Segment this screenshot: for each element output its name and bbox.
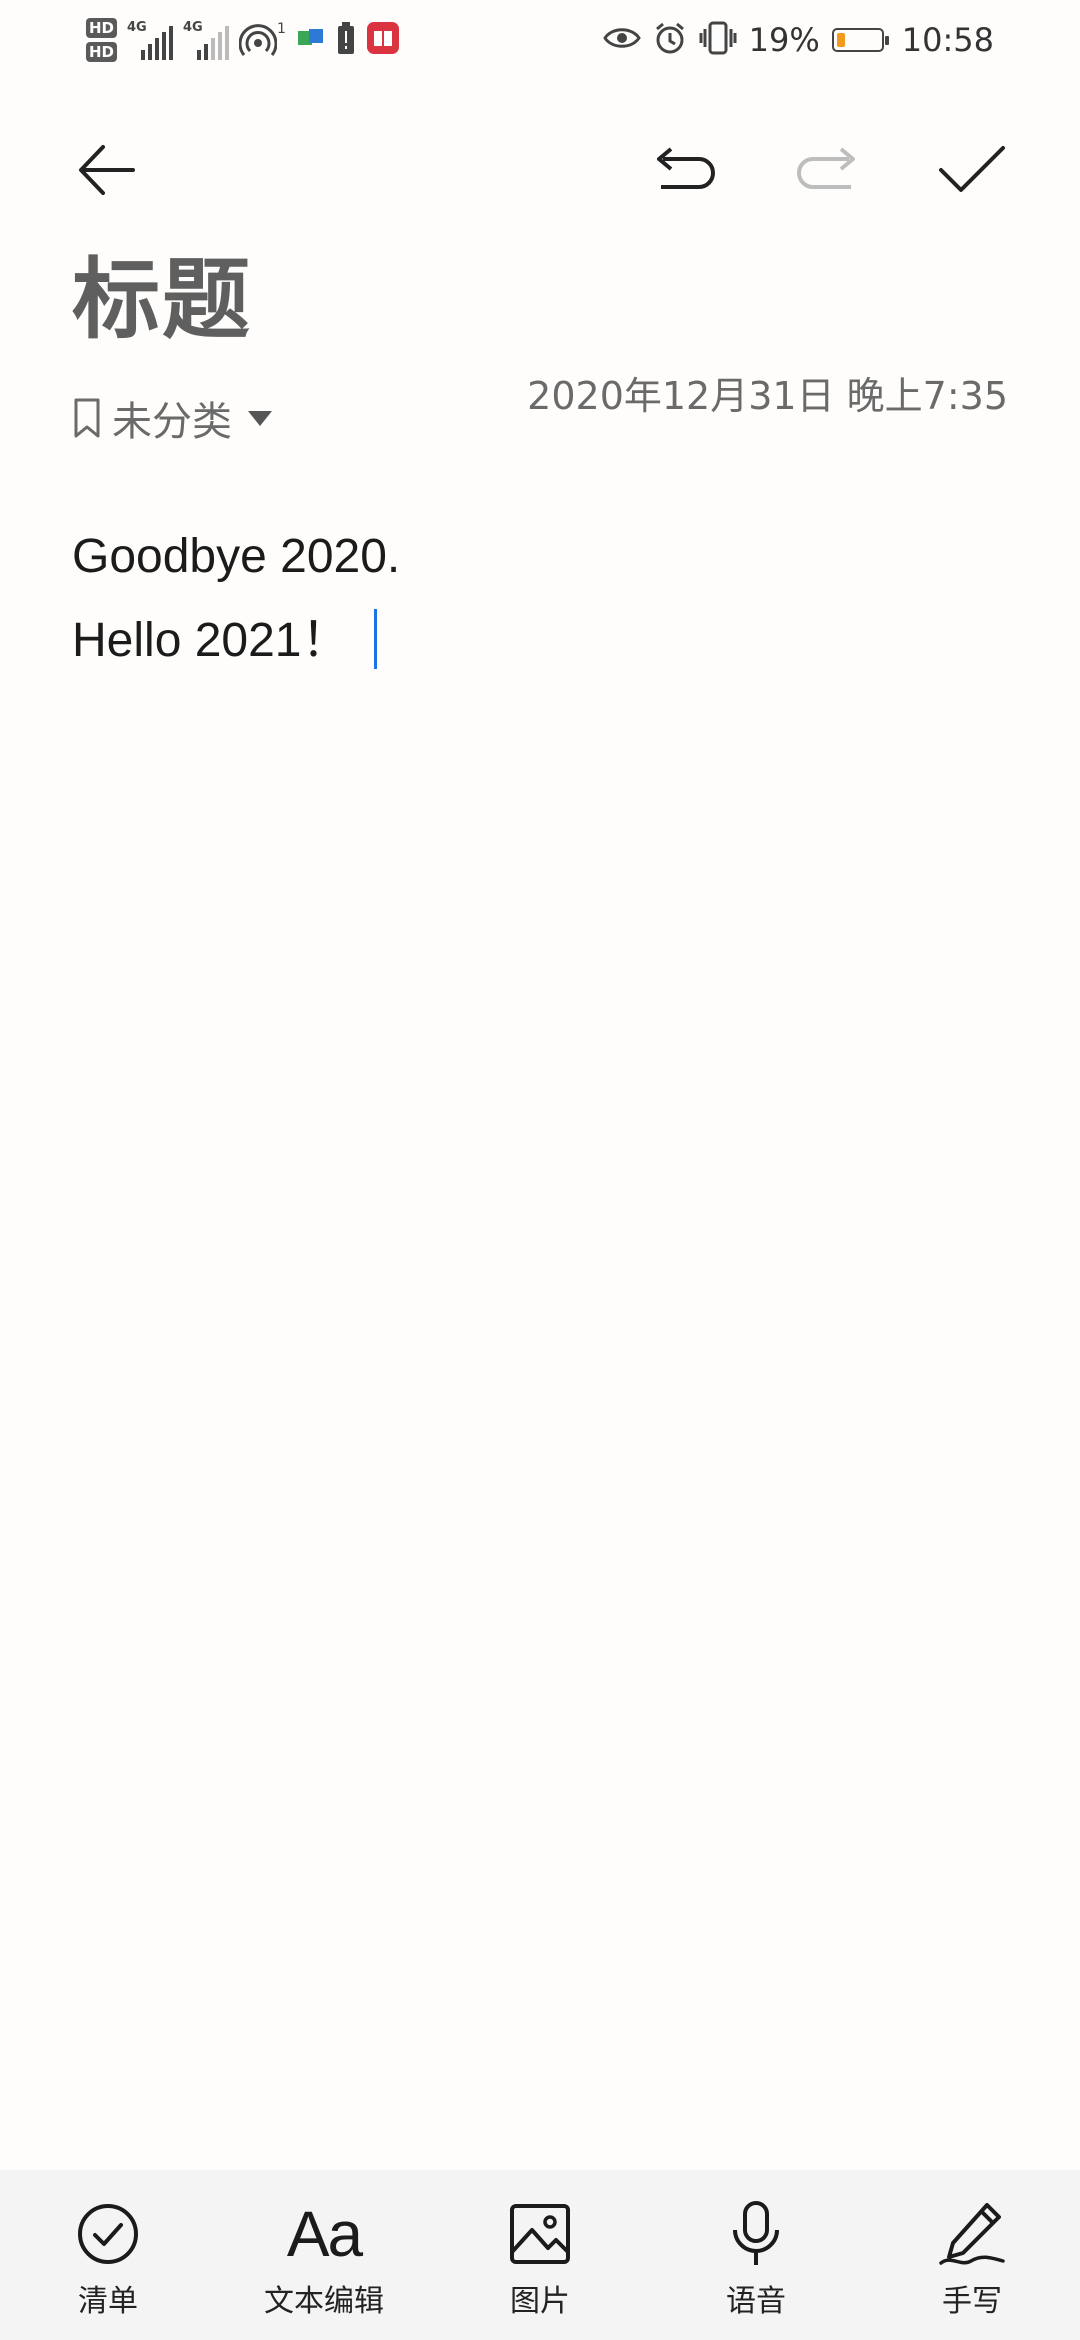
- text-cursor: [373, 609, 377, 670]
- body-line: Goodbye 2020.: [72, 530, 401, 583]
- status-bar: HD HD 4G 4G 1 19% 10:58: [0, 0, 1080, 80]
- voice-button[interactable]: 语音: [648, 2170, 864, 2340]
- battery-percent: 19%: [748, 21, 820, 59]
- note-timestamp: 2020年12月31日 晚上7:35: [527, 374, 1008, 418]
- save-button[interactable]: [932, 130, 1012, 210]
- voice-label: 语音: [726, 2284, 786, 2319]
- battery-level: [836, 33, 845, 47]
- note-body[interactable]: Goodbye 2020. Hello 2021！: [72, 515, 1002, 683]
- body-line-with-cursor: Hello 2021！: [72, 599, 1002, 683]
- microphone-icon: [733, 2201, 779, 2265]
- clock: 10:58: [901, 21, 994, 59]
- status-bar-left: HD HD 4G 4G 1: [86, 12, 400, 68]
- category-label: 未分类: [112, 399, 232, 445]
- hotspot-icon: 1: [239, 21, 286, 59]
- vibrate-icon: [699, 21, 737, 59]
- bottom-toolbar: 清单 Aa 文本编辑 图片 语音 手写: [0, 2170, 1080, 2340]
- checkmark-icon: [939, 146, 1005, 192]
- network-type-2: 4G: [183, 20, 203, 35]
- text-format-icon: Aa: [286, 2198, 363, 2270]
- hd-voice-indicators: HD HD: [86, 18, 118, 62]
- reader-app-icon: [366, 21, 400, 59]
- dropdown-arrow-icon: [248, 410, 272, 426]
- note-title[interactable]: 标题: [72, 240, 252, 360]
- handwriting-button[interactable]: 手写: [864, 2170, 1080, 2340]
- hotspot-count: 1: [277, 21, 286, 37]
- signal-sim1-icon: 4G: [127, 20, 174, 60]
- redo-icon: [797, 147, 855, 189]
- text-format-button[interactable]: Aa 文本编辑: [216, 2170, 432, 2340]
- image-icon: [510, 2204, 570, 2264]
- back-button[interactable]: [68, 130, 148, 210]
- handwriting-icon: [939, 2203, 1005, 2265]
- checklist-button[interactable]: 清单: [0, 2170, 216, 2340]
- image-label: 图片: [510, 2284, 570, 2319]
- eye-comfort-icon: [602, 25, 641, 55]
- text-format-label: 文本编辑: [264, 2284, 384, 2319]
- app-notification-icon: [296, 25, 326, 55]
- back-arrow-icon: [79, 145, 135, 195]
- undo-button[interactable]: [644, 130, 724, 210]
- body-line: Hello 2021！: [72, 614, 350, 667]
- battery-alert-icon: [336, 22, 356, 58]
- hd-voice-2: HD: [86, 42, 118, 62]
- alarm-icon: [653, 21, 687, 59]
- hd-voice-1: HD: [86, 18, 118, 38]
- bookmark-icon: [74, 398, 100, 438]
- image-button[interactable]: 图片: [432, 2170, 648, 2340]
- battery-icon: [831, 28, 889, 52]
- signal-sim2-icon: 4G: [183, 20, 230, 60]
- network-type-1: 4G: [127, 20, 147, 35]
- redo-button[interactable]: [788, 130, 868, 210]
- checklist-label: 清单: [78, 2284, 138, 2319]
- status-bar-right: 19% 10:58: [602, 12, 994, 68]
- category-selector[interactable]: 未分类: [72, 388, 272, 448]
- checklist-icon: [78, 2204, 138, 2264]
- undo-icon: [657, 147, 715, 189]
- editor-toolbar: [0, 110, 1080, 220]
- handwriting-label: 手写: [942, 2284, 1002, 2319]
